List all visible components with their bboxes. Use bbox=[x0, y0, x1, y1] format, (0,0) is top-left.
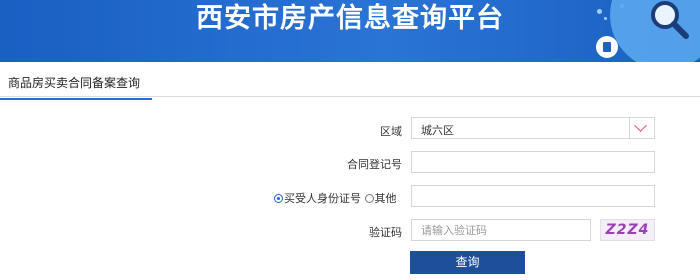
tab-bar: 商品房买卖合同备案查询 bbox=[0, 62, 700, 100]
captcha-input[interactable] bbox=[411, 219, 591, 241]
district-dropdown-button[interactable] bbox=[629, 118, 654, 138]
radio-unchecked-icon bbox=[364, 194, 374, 203]
header-banner: 西安市房产信息查询平台 bbox=[0, 0, 700, 62]
captcha-image[interactable]: Z2Z4 bbox=[600, 219, 655, 241]
contract-number-label: 合同登记号 bbox=[347, 158, 402, 171]
tab-contract-record-query[interactable]: 商品房买卖合同备案查询 bbox=[0, 74, 153, 100]
id-type-radio-group: 买受人身份证号 其他 bbox=[274, 190, 397, 206]
district-label: 区域 bbox=[380, 125, 402, 138]
other-radio-label: 其他 bbox=[374, 192, 397, 205]
buyer-id-radio[interactable]: 买受人身份证号 bbox=[274, 192, 361, 205]
page-title: 西安市房产信息查询平台 bbox=[196, 3, 504, 34]
district-select[interactable]: 城六区 bbox=[411, 117, 655, 139]
chevron-down-icon bbox=[634, 119, 647, 132]
buyer-id-input[interactable] bbox=[411, 185, 655, 207]
contract-number-input[interactable] bbox=[411, 151, 655, 173]
buyer-id-radio-label: 买受人身份证号 bbox=[284, 192, 361, 205]
district-selected-value: 城六区 bbox=[421, 124, 454, 137]
captcha-label: 验证码 bbox=[369, 226, 402, 239]
other-radio[interactable]: 其他 bbox=[364, 192, 397, 205]
document-icon bbox=[596, 36, 618, 58]
search-button[interactable]: 查询 bbox=[410, 251, 525, 274]
radio-checked-icon bbox=[274, 194, 283, 203]
